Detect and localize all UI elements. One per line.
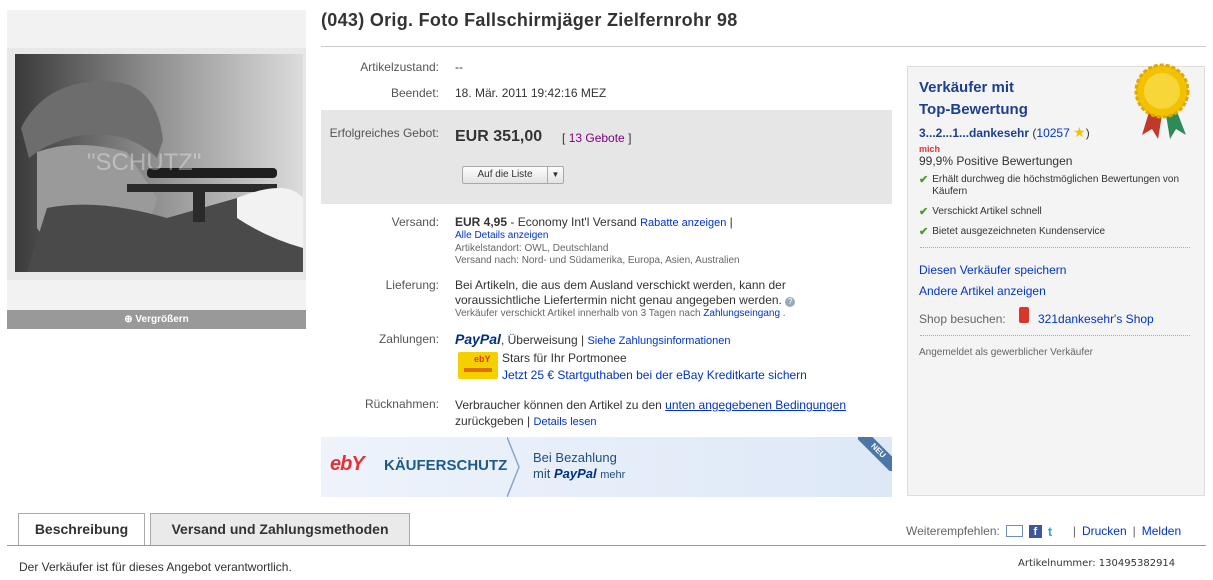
payment-received-link[interactable]: Zahlungseingang xyxy=(703,308,780,319)
print-link[interactable]: Drucken xyxy=(1082,524,1127,538)
item-title: (043) Orig. Foto Fallschirmjäger Zielfer… xyxy=(321,10,738,30)
other-items-link[interactable]: Andere Artikel anzeigen xyxy=(919,284,1046,298)
dropdown-arrow-icon[interactable]: ▼ xyxy=(547,167,563,183)
shipping-price: EUR 4,95 xyxy=(455,215,508,229)
banner-with: mit xyxy=(533,466,551,481)
divider xyxy=(920,335,1190,336)
ended-value: 18. Mär. 2011 19:42:16 MEZ xyxy=(455,86,607,100)
bids-count-link[interactable]: 13 Gebote xyxy=(569,131,625,145)
buyer-protection-title: KÄUFERSCHUTZ xyxy=(384,457,508,474)
returns-label: Rücknahmen: xyxy=(364,397,439,411)
item-number: Artikelnummer: 130495382914 xyxy=(1018,558,1176,569)
bid-label: Erfolgreiches Gebot: xyxy=(329,126,439,140)
twitter-icon[interactable]: t xyxy=(1048,525,1061,538)
discounts-link[interactable]: Rabatte anzeigen xyxy=(640,217,726,229)
seller-feature: Erhält durchweg die höchstmöglichen Bewe… xyxy=(932,174,1180,197)
item-photo[interactable]: "SCHUTZ" xyxy=(7,48,306,280)
returns-conditions-link[interactable]: unten angegebenen Bedingungen xyxy=(665,398,846,412)
me-badge-icon[interactable]: mich xyxy=(919,144,940,154)
positive-feedback: 99,9% Positive Bewertungen xyxy=(919,154,1073,168)
returns-text: Verbraucher können den Artikel zu den xyxy=(455,398,662,412)
delivery-label: Lieferung: xyxy=(385,278,439,292)
delivery-note: Verkäufer verschickt Artikel innerhalb v… xyxy=(455,308,701,319)
bids-close: ] xyxy=(628,131,632,145)
email-icon[interactable] xyxy=(1005,525,1023,537)
shop-label: Shop besuchen: xyxy=(919,312,1006,326)
item-location: Artikelstandort: OWL, Deutschland xyxy=(455,242,609,254)
photo-panel: "SCHUTZ" xyxy=(7,10,306,310)
seller-name-link[interactable]: 3...2...1...dankesehr xyxy=(919,126,1029,140)
condition-label: Artikelzustand: xyxy=(360,60,439,74)
checkmark-icon: ✔ xyxy=(919,206,929,218)
buyer-protection-banner[interactable]: ebY KÄUFERSCHUTZ Bei Bezahlung mit PayPa… xyxy=(321,437,892,497)
watch-list-label: Auf die Liste xyxy=(477,169,533,180)
payment-info-link[interactable]: Siehe Zahlungsinformationen xyxy=(587,335,730,347)
bid-value: EUR 351,00 xyxy=(455,128,543,145)
tabs-divider xyxy=(7,545,1206,546)
title-divider xyxy=(321,46,1206,47)
checkmark-icon: ✔ xyxy=(919,174,929,186)
shipping-label: Versand: xyxy=(391,215,439,229)
save-seller-link[interactable]: Diesen Verkäufer speichern xyxy=(919,263,1066,277)
divider xyxy=(920,247,1190,248)
tab-description[interactable]: Beschreibung xyxy=(18,513,145,546)
delivery-text: Bei Artikeln, die aus dem Ausland versch… xyxy=(455,278,786,307)
help-icon[interactable]: ? xyxy=(785,297,796,307)
banner-paypal-logo: PayPal xyxy=(553,466,597,481)
shop-link[interactable]: 321dankesehr's Shop xyxy=(1038,312,1154,326)
new-ribbon: NEU xyxy=(858,437,892,471)
separator: | xyxy=(1132,524,1136,538)
ebay-credit-card-icon: ebY xyxy=(458,352,498,379)
chevron-divider xyxy=(507,437,520,497)
returns-details-link[interactable]: Details lesen xyxy=(534,416,597,428)
top-rated-heading-2: Top-Bewertung xyxy=(919,101,1028,118)
shop-icon[interactable] xyxy=(1019,307,1029,323)
feedback-star-icon: ★ xyxy=(1073,124,1086,140)
condition-value: -- xyxy=(455,60,463,74)
bids-open: [ xyxy=(562,131,566,145)
all-details-link[interactable]: Alle Details anzeigen xyxy=(455,230,548,241)
ebay-logo: ebY xyxy=(330,453,365,475)
shipping-method: - Economy Int'l Versand xyxy=(510,215,637,229)
transfer-text: , Überweisung | xyxy=(500,333,585,347)
returns-text-2: zurückgeben | xyxy=(455,414,531,428)
payments-label: Zahlungen: xyxy=(378,332,439,346)
photo-watermark: "SCHUTZ" xyxy=(87,149,201,176)
feedback-count-link[interactable]: 10257 xyxy=(1036,126,1069,140)
seller-panel: Verkäufer mit Top-Bewertung 3...2...1...… xyxy=(907,63,1205,496)
seller-feature: Bietet ausgezeichneten Kundenservice xyxy=(932,226,1106,237)
credit-card-link[interactable]: Jetzt 25 € Startguthaben bei der eBay Kr… xyxy=(502,368,807,382)
watch-list-button[interactable]: Auf die Liste ▼ xyxy=(462,166,564,184)
share-label: Weiterempfehlen: xyxy=(906,524,1000,538)
feedback-close: ) xyxy=(1085,126,1090,140)
business-seller-note: Angemeldet als gewerblicher Verkäufer xyxy=(919,347,1093,358)
seller-feature: Verschickt Artikel schnell xyxy=(932,206,1042,217)
ended-label: Beendet: xyxy=(390,86,439,100)
paypal-logo: PayPal xyxy=(455,331,501,347)
banner-more-link[interactable]: mehr xyxy=(600,469,625,481)
tab-shipping-payment[interactable]: Versand und Zahlungsmethoden xyxy=(150,513,410,545)
top-rated-medal-icon xyxy=(1134,63,1190,139)
checkmark-icon: ✔ xyxy=(919,226,929,238)
facebook-icon[interactable]: f xyxy=(1028,524,1042,538)
magnifier-icon: ⊕ xyxy=(124,314,133,325)
enlarge-button[interactable]: ⊕ Vergrößern xyxy=(7,310,306,329)
seller-responsibility-note: Der Verkäufer ist für dieses Angebot ver… xyxy=(19,560,292,574)
separator: | xyxy=(1072,524,1076,538)
stars-text: Stars für Ihr Portmonee xyxy=(502,351,627,365)
top-rated-heading-1: Verkäufer mit xyxy=(919,79,1015,96)
new-ribbon-label: NEU xyxy=(858,437,892,471)
report-link[interactable]: Melden xyxy=(1142,524,1181,538)
enlarge-label: Vergrößern xyxy=(135,314,189,325)
bid-panel xyxy=(321,110,892,204)
ships-to: Versand nach: Nord- und Südamerika, Euro… xyxy=(455,255,740,266)
banner-line1: Bei Bezahlung xyxy=(533,450,617,465)
